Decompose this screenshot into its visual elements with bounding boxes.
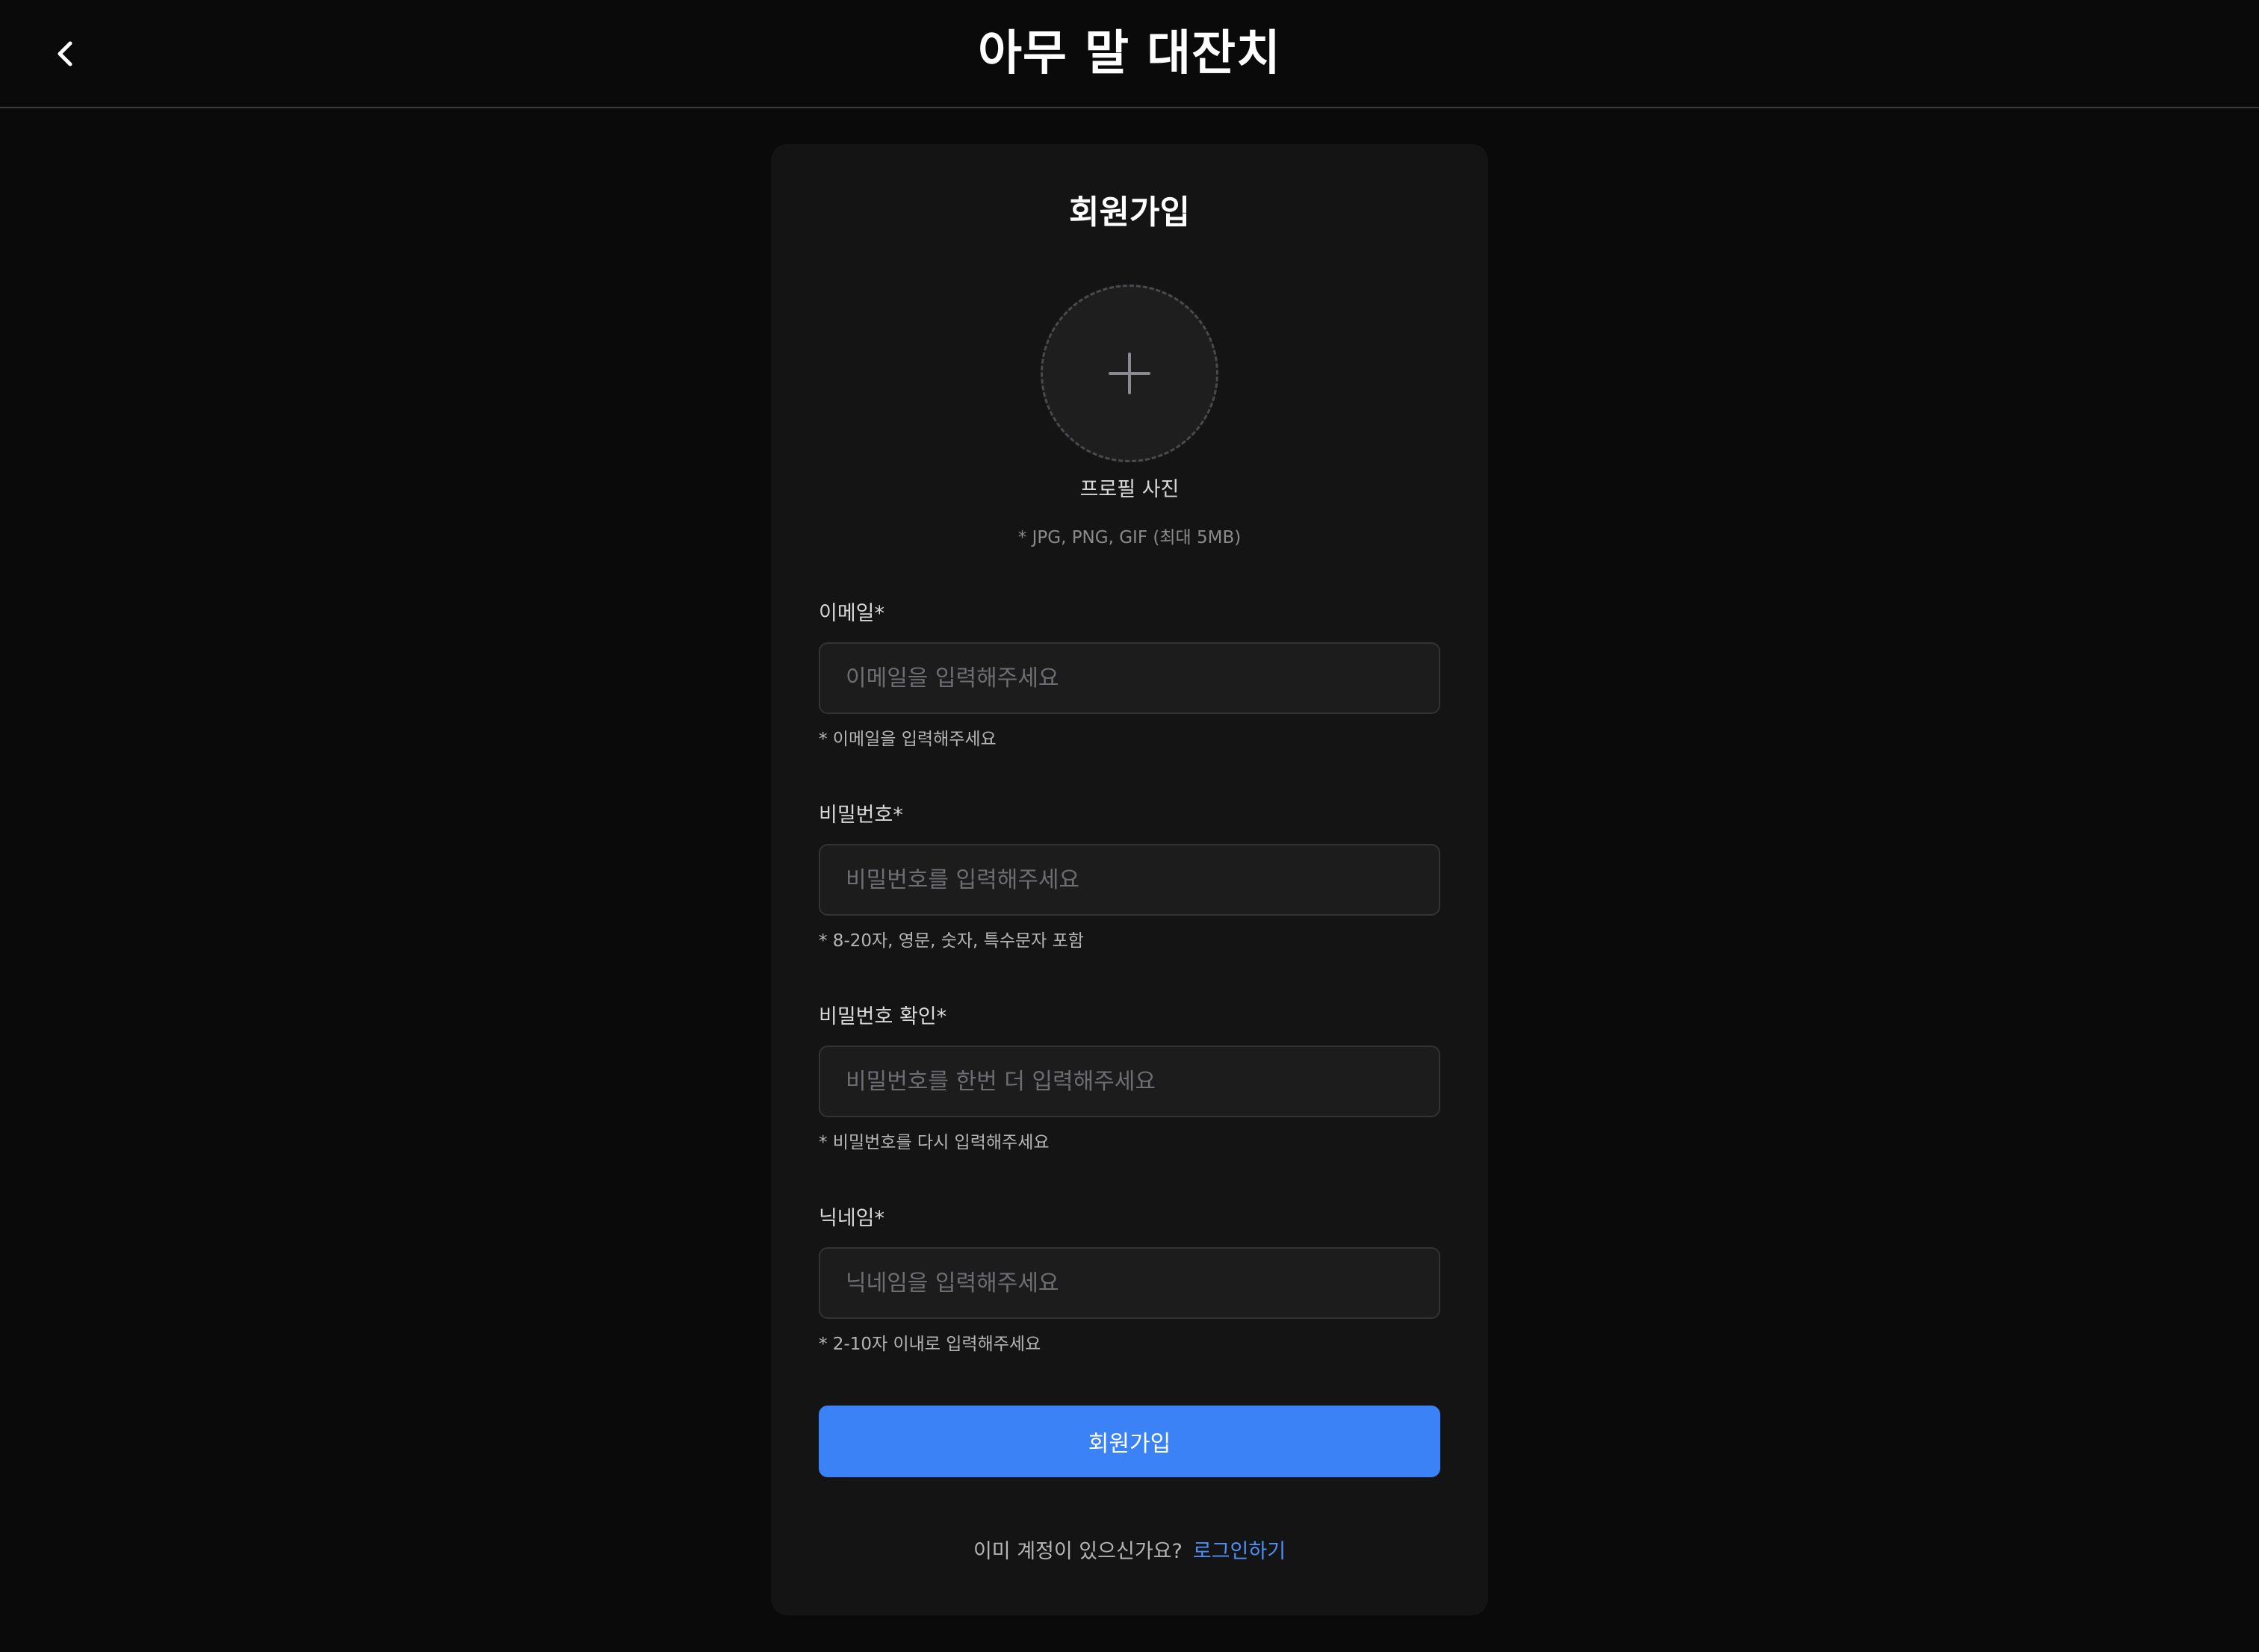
login-prompt-text: 이미 계정이 있으신가요?	[973, 1540, 1183, 1563]
nickname-help: * 2-10자 이내로 입력해주세요	[819, 1335, 1041, 1354]
password-help: * 8-20자, 영문, 숫자, 특수문자 포함	[819, 931, 1084, 951]
nickname-field[interactable]	[819, 1247, 1440, 1319]
top-app-bar: 아무 말 대잔치	[0, 0, 2259, 108]
plus-icon	[1109, 353, 1150, 394]
password-confirm-field[interactable]	[819, 1046, 1440, 1117]
profile-photo-upload[interactable]	[1041, 285, 1218, 462]
password-confirm-label: 비밀번호 확인*	[819, 1005, 947, 1028]
profile-photo-label: 프로필 사진	[1079, 478, 1180, 501]
app-title: 아무 말 대잔치	[978, 26, 1281, 81]
signup-submit-button[interactable]: 회원가입	[819, 1406, 1440, 1477]
nickname-label: 닉네임*	[819, 1207, 885, 1230]
email-label: 이메일*	[819, 602, 885, 625]
profile-photo-hint: * JPG, PNG, GIF (최대 5MB)	[1017, 528, 1242, 547]
email-help: * 이메일을 입력해주세요	[819, 730, 997, 749]
signup-title: 회원가입	[1069, 193, 1190, 232]
login-prompt: 이미 계정이 있으신가요? 로그인하기	[0, 1537, 2259, 1567]
password-confirm-help: * 비밀번호를 다시 입력해주세요	[819, 1133, 1050, 1152]
login-link[interactable]: 로그인하기	[1193, 1540, 1286, 1563]
password-label: 비밀번호*	[819, 804, 903, 827]
email-field[interactable]	[819, 642, 1440, 714]
password-field[interactable]	[819, 844, 1440, 916]
